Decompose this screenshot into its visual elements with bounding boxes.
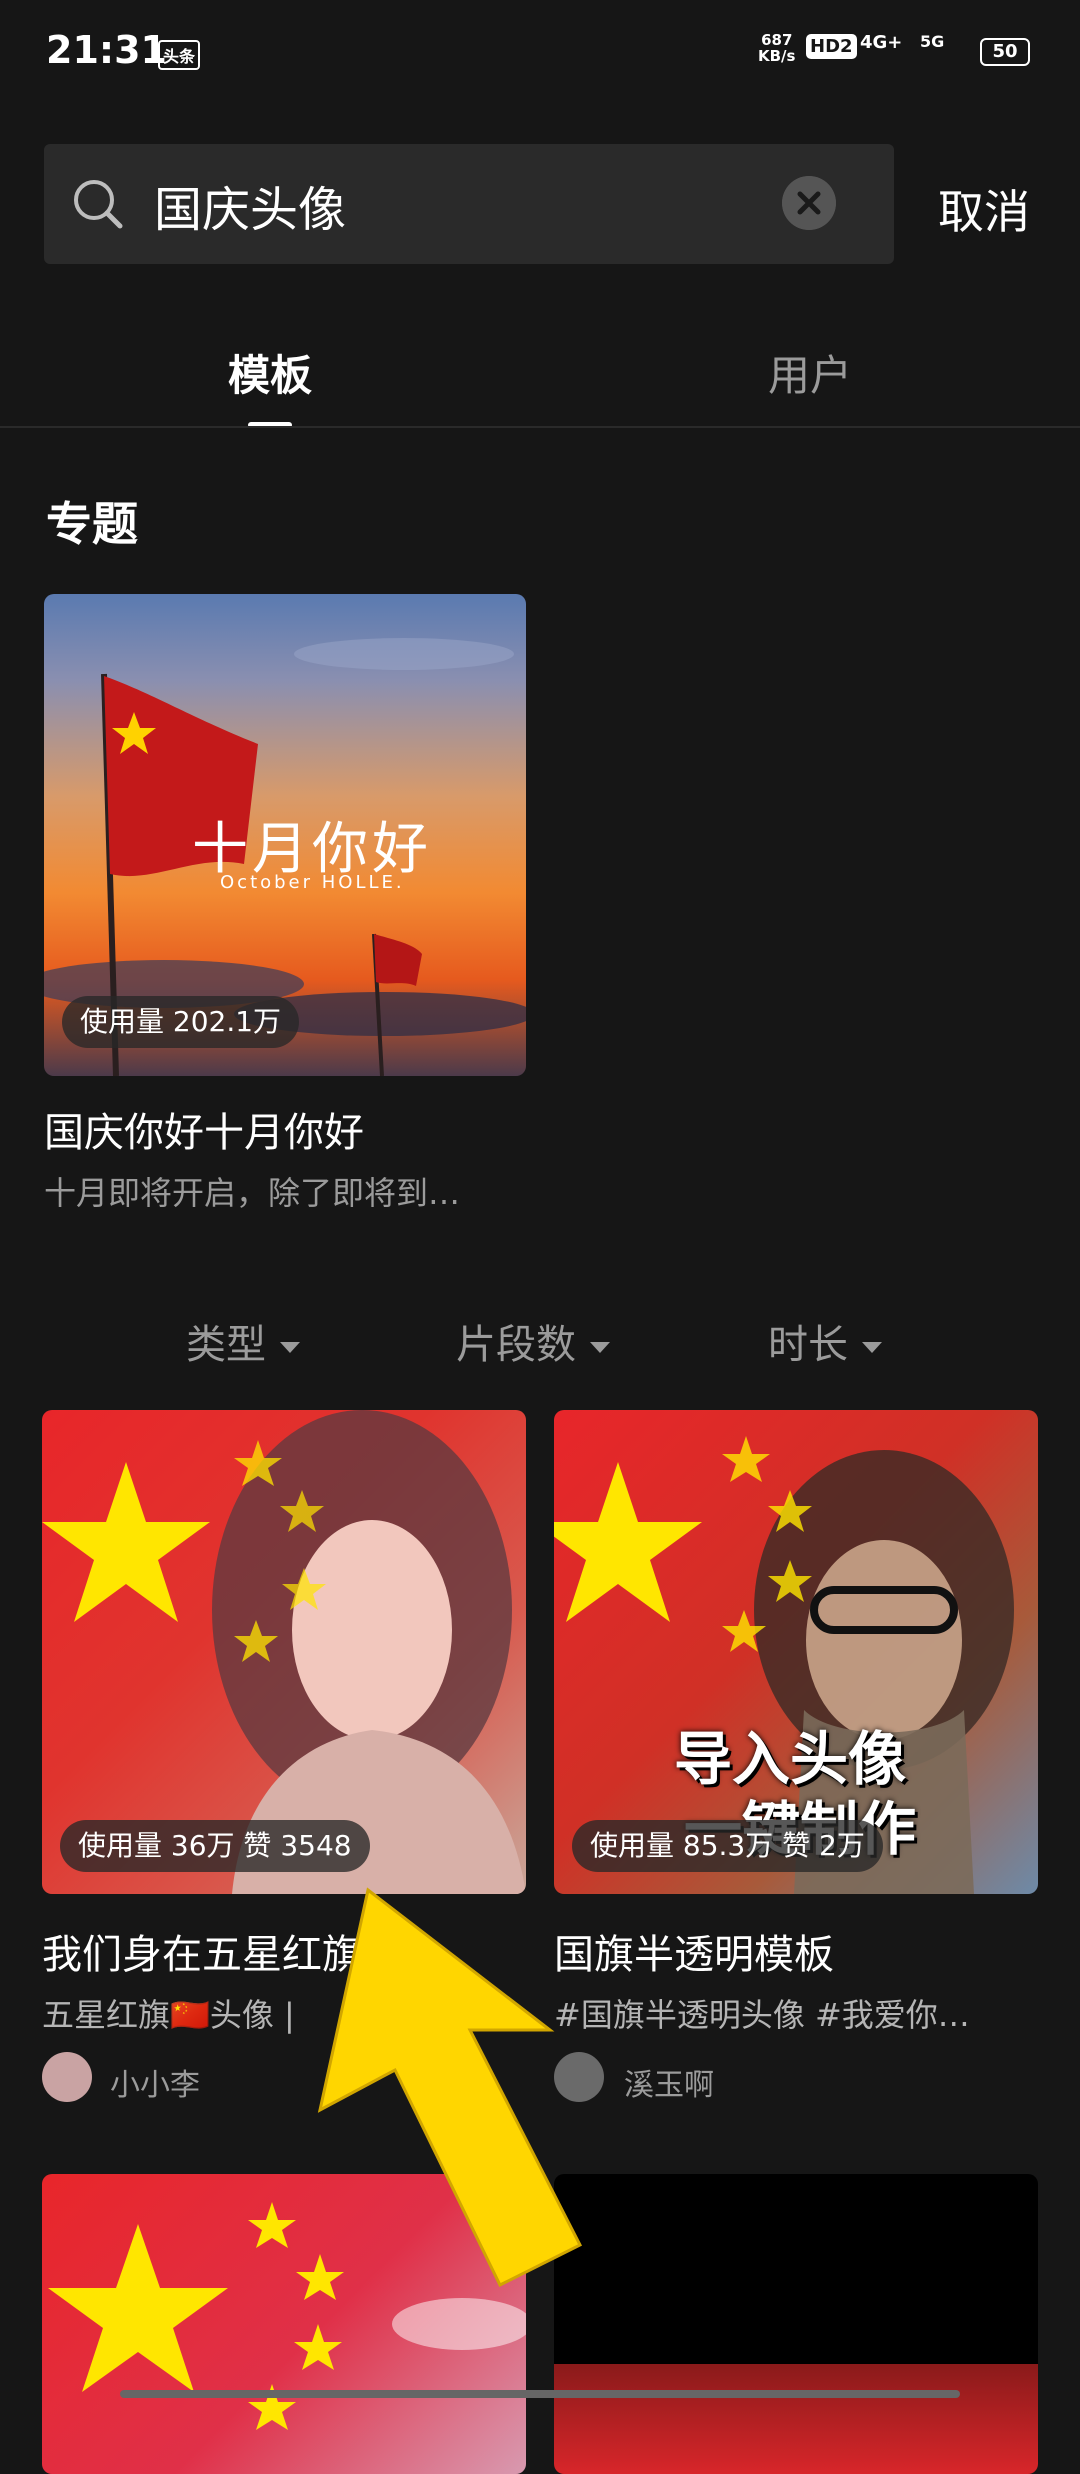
tabs-divider: [0, 426, 1080, 428]
home-indicator[interactable]: [120, 2390, 960, 2398]
filter-clip-count[interactable]: 片段数: [456, 1312, 610, 1370]
network-speed-unit: KB/s: [758, 47, 796, 65]
battery-icon: 50: [980, 38, 1030, 66]
author-name[interactable]: 溪玉啊: [624, 2060, 714, 2104]
topic-title[interactable]: 国庆你好十月你好: [44, 1100, 364, 1158]
filter-duration-label: 时长: [768, 1322, 848, 1368]
topic-image-subtitle: October HOLLE.: [220, 872, 405, 893]
usage-badge: 使用量 85.3万 赞 2万: [572, 1820, 883, 1872]
chevron-down-icon: [590, 1341, 610, 1353]
filter-type-label: 类型: [186, 1322, 266, 1368]
topic-card-image[interactable]: 十月你好 October HOLLE. 使用量 202.1万: [44, 594, 526, 1076]
template-card-image[interactable]: 导入头像 一键制作 使用量 85.3万 赞 2万: [554, 1410, 1038, 1894]
filter-clip-count-label: 片段数: [456, 1322, 576, 1368]
hd-icon: HD2: [806, 34, 857, 59]
network-speed-value: 687: [761, 31, 793, 49]
template-card-image[interactable]: 使用量 36万 赞 3548: [42, 1410, 526, 1894]
chevron-down-icon: [862, 1341, 882, 1353]
signal-5g-icon: 5G: [920, 32, 945, 51]
usage-badge: 使用量 202.1万: [62, 996, 300, 1048]
tab-users[interactable]: 用户: [768, 342, 852, 403]
section-title: 专题: [46, 497, 138, 551]
template-tags: 五星红旗🇨🇳头像 |: [42, 1996, 295, 2034]
clear-search-icon[interactable]: [782, 176, 836, 230]
author-name[interactable]: 小小李: [110, 2060, 200, 2104]
search-icon: [74, 180, 123, 229]
template-tags: #国旗半透明头像 #我爱你…: [554, 1996, 970, 2034]
topic-description: 十月即将开启，除了即将到…: [44, 1174, 461, 1212]
chevron-down-icon: [280, 1341, 300, 1353]
template-card-image[interactable]: [554, 2174, 1038, 2474]
tab-templates[interactable]: 模板: [228, 342, 312, 403]
network-speed: 687 KB/s: [758, 32, 795, 64]
status-app-badge: 头条: [158, 40, 201, 70]
filter-type[interactable]: 类型: [186, 1312, 300, 1370]
usage-badge: 使用量 36万 赞 3548: [60, 1820, 370, 1872]
annotation-arrow-icon: [317, 1887, 583, 2288]
status-time: 21:31: [46, 28, 167, 72]
signal-4g-icon: 4G+: [860, 32, 903, 53]
cancel-button[interactable]: 取消: [938, 176, 1030, 242]
filter-duration[interactable]: 时长: [768, 1312, 882, 1370]
search-input[interactable]: 国庆头像: [154, 170, 346, 240]
avatar[interactable]: [42, 2052, 92, 2102]
